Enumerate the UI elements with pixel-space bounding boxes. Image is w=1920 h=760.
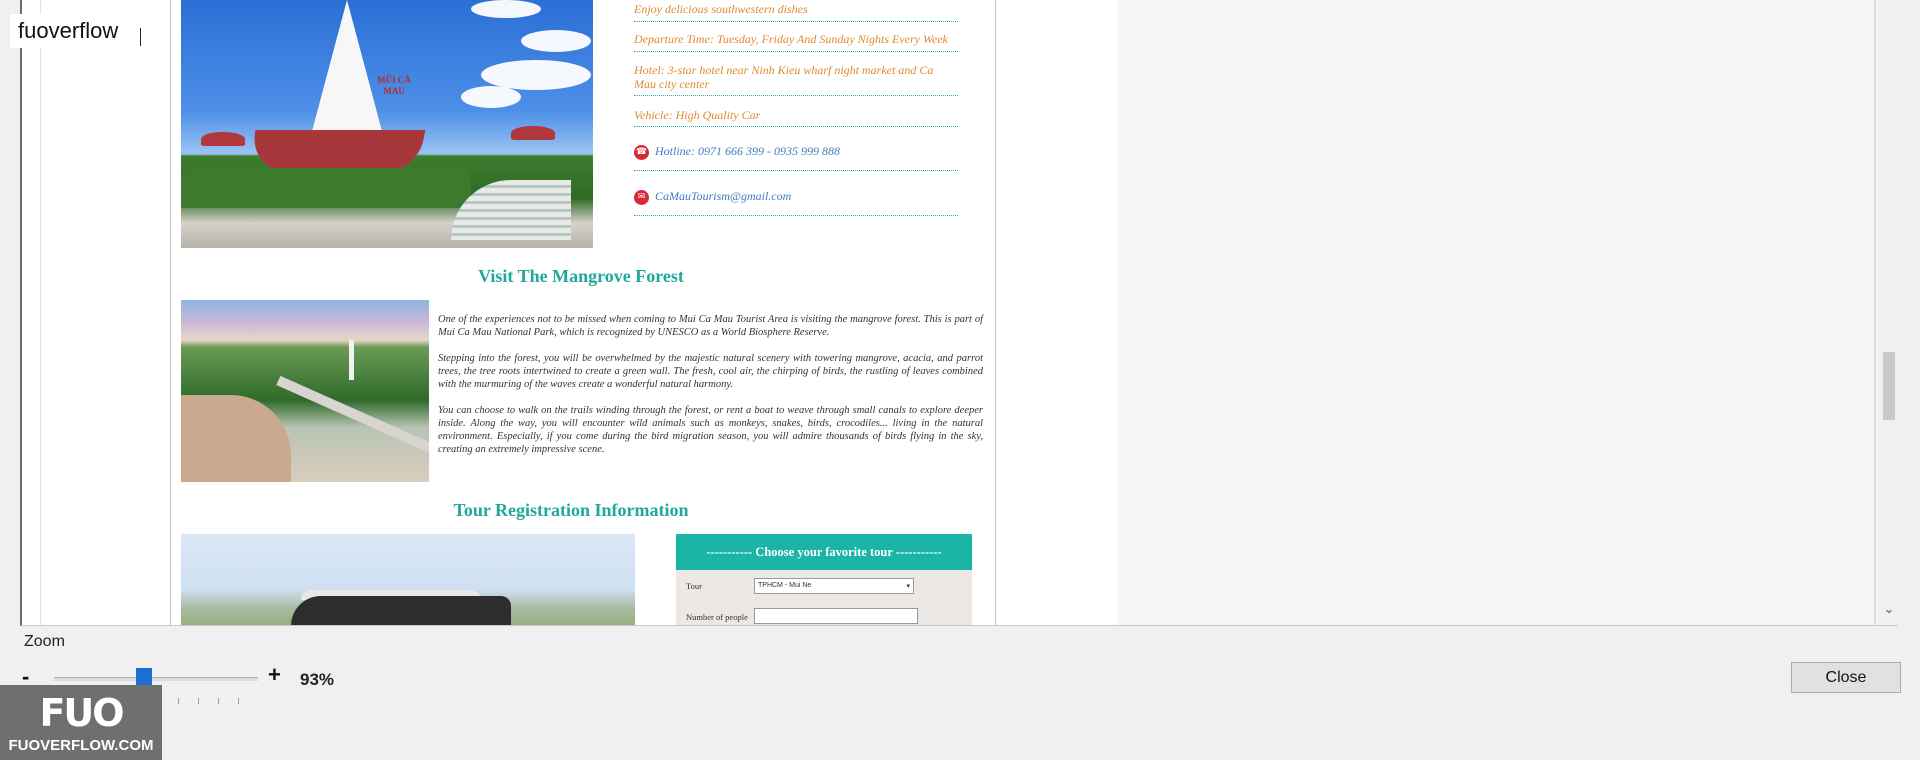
vertical-scrollbar[interactable]: ⌄ <box>1878 0 1898 625</box>
overlay-badge: fuoverflow <box>10 14 134 48</box>
form-header: ----------- Choose your favorite tour --… <box>676 534 972 570</box>
zoom-value: 93% <box>300 670 335 689</box>
logo-mark: FUO <box>39 691 124 735</box>
tour-select-value: TPHCM - Mui Ne <box>758 582 812 589</box>
bus-image <box>181 534 635 625</box>
web-page-preview: MŨI CÀ MAU Enjoy delicious southwestern … <box>170 0 996 625</box>
mangrove-forest-image <box>181 300 429 482</box>
document-margin-edge <box>1874 0 1876 625</box>
registration-section-title: Tour Registration Information <box>453 500 689 520</box>
phone-icon: ☎ <box>634 144 649 160</box>
info-row: Hotel: 3-star hotel near Ninh Kieu wharf… <box>634 63 958 96</box>
number-of-people-input[interactable] <box>754 608 918 624</box>
zoom-in-button[interactable]: + <box>268 662 281 688</box>
email-link[interactable]: CaMauTourism@gmail.com <box>655 189 791 203</box>
logo-text: FUOVERFLOW.COM <box>8 737 154 754</box>
hotline-row: ☎ Hotline: 0971 666 399 - 0935 999 888 <box>634 144 958 171</box>
info-text: Enjoy delicious southwestern dishes <box>634 2 808 16</box>
email-row: ✉ CaMauTourism@gmail.com <box>634 189 958 216</box>
mangrove-paragraph: Stepping into the forest, you will be ov… <box>438 353 983 390</box>
info-text: Departure Time: Tuesday, Friday And Sund… <box>634 32 948 46</box>
mangrove-paragraph: You can choose to walk on the trails win… <box>438 405 983 455</box>
zoom-label: Zoom <box>24 633 65 650</box>
info-text: Hotel: 3-star hotel near Ninh Kieu wharf… <box>634 63 934 91</box>
people-label: Number of people <box>686 612 748 622</box>
info-row: Enjoy delicious southwestern dishes <box>634 2 958 22</box>
boat-shape <box>246 130 426 172</box>
mui-ca-mau-image: MŨI CÀ MAU <box>181 0 593 248</box>
registration-form: ----------- Choose your favorite tour --… <box>676 534 972 625</box>
hotline-text: Hotline: 0971 666 399 - 0935 999 888 <box>655 144 840 158</box>
info-row: Vehicle: High Quality Car <box>634 108 958 127</box>
close-button[interactable]: Close <box>1791 662 1901 693</box>
mangrove-paragraph: One of the experiences not to be missed … <box>438 314 983 338</box>
mail-icon: ✉ <box>634 189 649 205</box>
chevron-down-icon: ▾ <box>906 582 910 590</box>
hedge <box>181 168 471 208</box>
mangrove-section-title: Visit The Mangrove Forest <box>478 266 684 286</box>
zoom-slider-track[interactable] <box>54 677 258 681</box>
scroll-down-arrow-icon[interactable]: ⌄ <box>1881 600 1897 620</box>
document-left-rule <box>40 0 41 625</box>
scrollbar-thumb[interactable] <box>1883 352 1895 420</box>
info-row: Departure Time: Tuesday, Friday And Sund… <box>634 32 958 52</box>
tour-select[interactable]: TPHCM - Mui Ne ▾ <box>754 578 914 594</box>
fuoverflow-logo: FUO FUOVERFLOW.COM <box>0 685 162 760</box>
tour-label: Tour <box>686 581 702 591</box>
text-caret <box>140 28 141 46</box>
document-margin <box>1118 0 1878 625</box>
info-text: Vehicle: High Quality Car <box>634 108 761 122</box>
document-viewer: MŨI CÀ MAU Enjoy delicious southwestern … <box>20 0 1898 626</box>
monument-sign: MŨI CÀ MAU <box>377 75 411 96</box>
